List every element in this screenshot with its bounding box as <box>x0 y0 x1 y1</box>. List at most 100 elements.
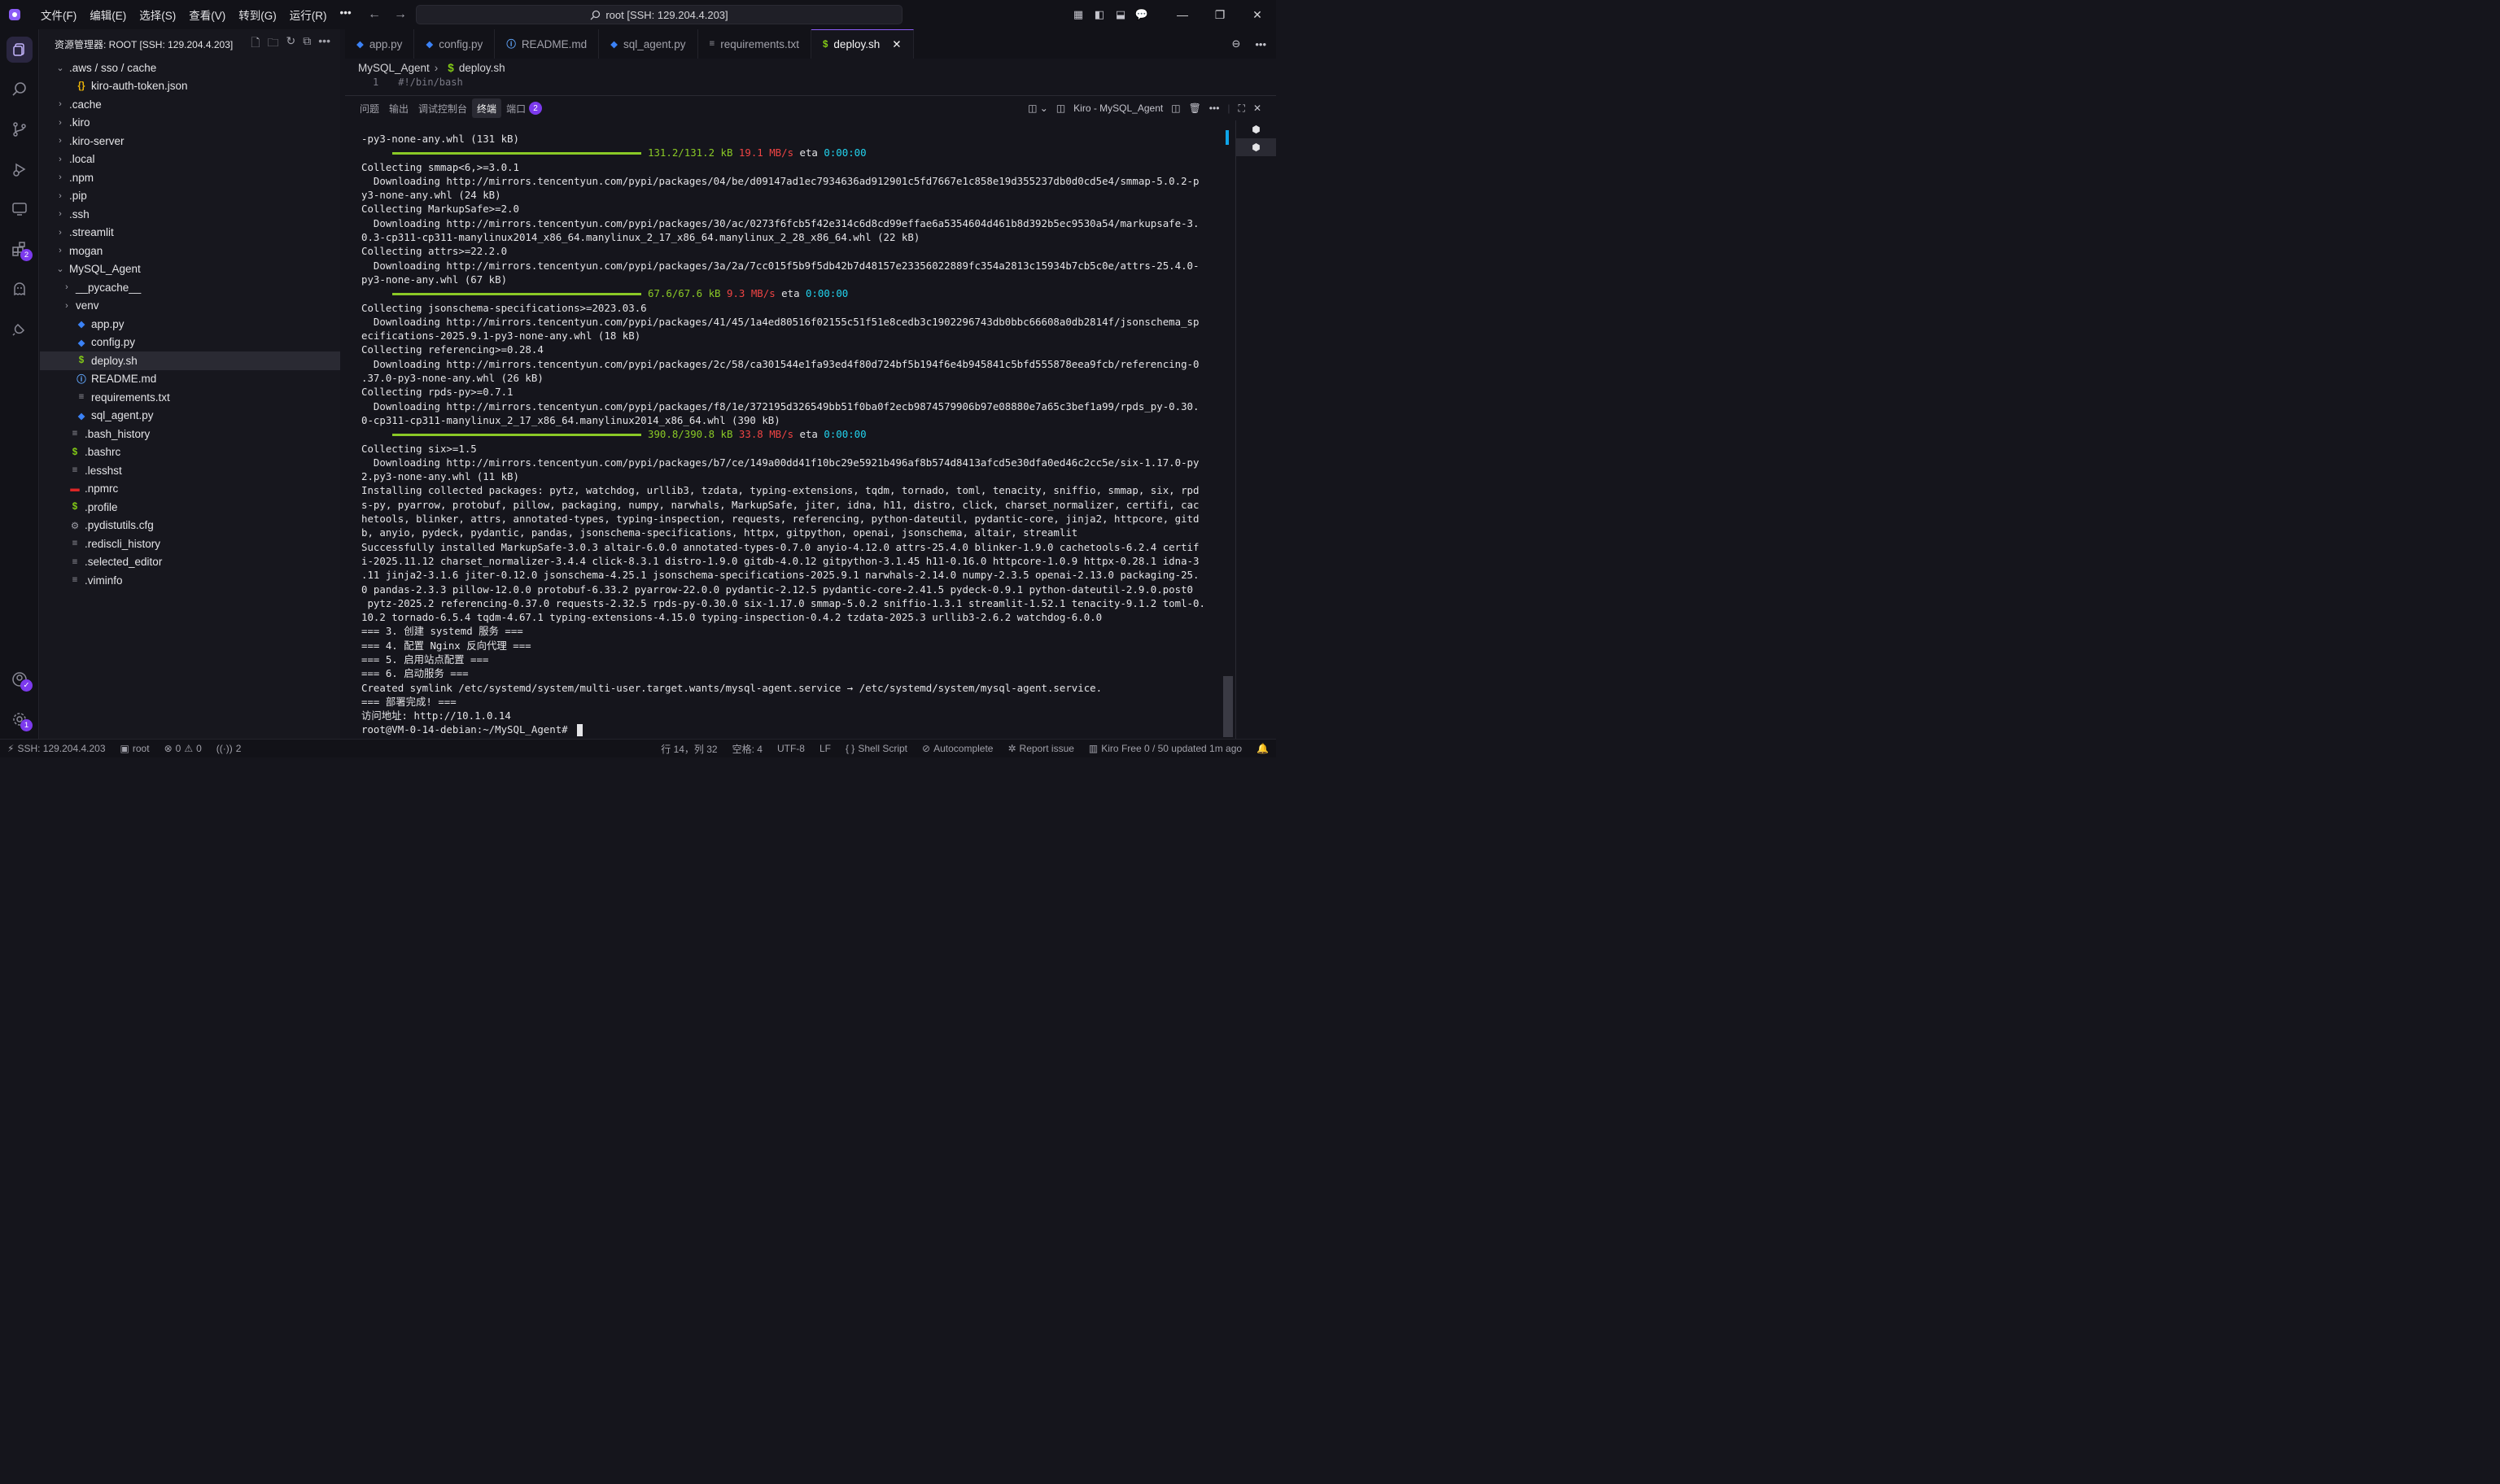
menu-run[interactable]: 运行(R) <box>283 7 334 23</box>
autocomplete-indicator[interactable]: ⊘ Autocomplete <box>915 743 1000 754</box>
back-arrow-icon[interactable]: ← <box>368 7 381 22</box>
tree-item[interactable]: ⌄ MySQL_Agent <box>40 260 340 279</box>
menu-selection[interactable]: 选择(S) <box>133 7 182 23</box>
tree-item[interactable]: $ .bashrc <box>40 443 340 462</box>
toggle-panel-icon[interactable]: ⬓ <box>1110 0 1131 29</box>
cursor-position[interactable]: 行 14，列 32 <box>653 742 724 756</box>
layout-icon[interactable]: ▦ <box>1068 0 1089 29</box>
indentation[interactable]: 空格: 4 <box>725 742 770 756</box>
tree-item[interactable]: › .ssh <box>40 205 340 224</box>
tree-item[interactable]: ≡ .rediscli_history <box>40 535 340 553</box>
end-of-line[interactable]: LF <box>812 743 838 754</box>
terminal-output[interactable]: -py3-none-any.whl (131 kB) 131.2/131.2 kB… <box>361 132 1224 738</box>
breadcrumb-file[interactable]: deploy.sh <box>459 62 505 74</box>
close-window-button[interactable]: ✕ <box>1239 0 1276 29</box>
tree-item[interactable]: ≡ requirements.txt <box>40 388 340 407</box>
ports-indicator[interactable]: ((·)) 2 <box>209 743 249 754</box>
tab-terminal[interactable]: 终端 <box>472 98 502 118</box>
tree-item[interactable]: › __pycache__ <box>40 278 340 297</box>
language-mode[interactable]: { } Shell Script <box>838 743 915 754</box>
source-control-activity[interactable] <box>0 109 39 149</box>
tree-item[interactable]: ≡ .bash_history <box>40 425 340 443</box>
breadcrumb-folder[interactable]: MySQL_Agent <box>358 62 430 74</box>
notifications-bell-icon[interactable]: 🔔 <box>1249 743 1276 754</box>
remote-indicator[interactable]: ⚡ SSH: 129.204.4.203 <box>0 743 113 754</box>
tree-item[interactable]: $ deploy.sh <box>40 351 340 370</box>
close-panel-icon[interactable]: ✕ <box>1253 103 1261 114</box>
maximize-panel-icon[interactable]: ⛶ <box>1239 103 1245 115</box>
tree-item[interactable]: › .local <box>40 151 340 169</box>
menu-go[interactable]: 转到(G) <box>232 7 283 23</box>
tab-debug-console[interactable]: 调试控制台 <box>413 98 472 118</box>
editor-tab[interactable]: ◆ config.py <box>414 29 496 59</box>
menu-file[interactable]: 文件(F) <box>34 7 83 23</box>
editor-tab[interactable]: ◆ sql_agent.py <box>599 29 698 59</box>
accounts-activity[interactable]: ✓ <box>0 659 39 699</box>
terminal-scrollbar[interactable] <box>1223 127 1233 737</box>
tree-item[interactable]: › mogan <box>40 242 340 260</box>
tree-item[interactable]: ◆ app.py <box>40 315 340 334</box>
tree-item[interactable]: ⓘ README.md <box>40 370 340 389</box>
tree-item[interactable]: › .cache <box>40 95 340 114</box>
tree-item[interactable]: ⚙ .pydistutils.cfg <box>40 517 340 535</box>
terminal-instance-1[interactable]: ⬢ <box>1236 120 1276 138</box>
new-folder-icon[interactable]: 🗀 <box>268 34 279 54</box>
editor-code-line[interactable]: 1 #!/bin/bash <box>345 76 1276 88</box>
toggle-sidebar-icon[interactable]: ◧ <box>1089 0 1110 29</box>
tree-item[interactable]: ◆ config.py <box>40 334 340 352</box>
mcp-activity[interactable] <box>0 308 39 348</box>
tab-problems[interactable]: 问题 <box>355 98 384 118</box>
extensions-activity[interactable]: 2 <box>0 229 39 268</box>
editor-tab[interactable]: $ deploy.sh ✕ <box>811 29 914 59</box>
tree-item[interactable]: ≡ .selected_editor <box>40 553 340 572</box>
minimize-button[interactable]: — <box>1164 0 1201 29</box>
refresh-icon[interactable]: ↻ <box>286 34 296 54</box>
tree-item[interactable]: {} kiro-auth-token.json <box>40 77 340 96</box>
remote-explorer-activity[interactable] <box>0 189 39 229</box>
forward-arrow-icon[interactable]: → <box>394 7 407 22</box>
more-actions-icon[interactable]: ••• <box>318 34 330 54</box>
tree-item[interactable]: ▬ .npmrc <box>40 480 340 499</box>
maximize-button[interactable]: ❐ <box>1201 0 1239 29</box>
tree-item[interactable]: › venv <box>40 297 340 316</box>
menu-edit[interactable]: 编辑(E) <box>83 7 133 23</box>
trash-icon[interactable]: 🗑 <box>1189 103 1201 114</box>
tree-item[interactable]: $ .profile <box>40 498 340 517</box>
split-editor-icon[interactable]: ⊖ <box>1231 37 1240 50</box>
report-issue[interactable]: ✲ Report issue <box>1000 743 1081 754</box>
editor-tab[interactable]: ◆ app.py <box>345 29 415 59</box>
menu-more-button[interactable]: ••• <box>334 7 358 23</box>
new-file-icon[interactable]: 🗋 <box>251 34 260 54</box>
tree-item[interactable]: ≡ .lesshst <box>40 461 340 480</box>
tree-item[interactable]: › .kiro-server <box>40 132 340 151</box>
plan-indicator[interactable]: ▥ Kiro Free 0 / 50 updated 1m ago <box>1082 743 1249 754</box>
command-center-search[interactable]: root [SSH: 129.204.4.203] <box>416 5 903 24</box>
chat-icon[interactable]: 💬 <box>1131 0 1152 29</box>
tab-output[interactable]: 输出 <box>384 98 413 118</box>
user-indicator[interactable]: ▣ root <box>113 743 157 754</box>
encoding[interactable]: UTF-8 <box>770 743 812 754</box>
run-debug-activity[interactable] <box>0 149 39 189</box>
terminal-name[interactable]: Kiro - MySQL_Agent <box>1073 103 1163 114</box>
manage-activity[interactable]: 1 <box>0 699 39 739</box>
search-activity[interactable] <box>0 69 39 109</box>
panel-more-icon[interactable]: ••• <box>1209 103 1220 114</box>
tree-item[interactable]: ◆ sql_agent.py <box>40 407 340 426</box>
terminal-instance-2[interactable]: ⬢ <box>1236 138 1276 156</box>
tree-item[interactable]: ⌄ .aws / sso / cache <box>40 59 340 77</box>
editor-tab[interactable]: ⓘ README.md <box>495 29 600 59</box>
editor-more-icon[interactable]: ••• <box>1255 38 1266 50</box>
tree-item[interactable]: › .streamlit <box>40 224 340 242</box>
collapse-all-icon[interactable]: ⧉ <box>303 34 311 54</box>
tab-ports[interactable]: 端口 2 <box>501 98 547 118</box>
tree-item[interactable]: › .npm <box>40 168 340 187</box>
problems-indicator[interactable]: ⊗ 0 ⚠ 0 <box>157 743 209 754</box>
close-tab-icon[interactable]: ✕ <box>892 38 901 51</box>
kiro-activity[interactable] <box>0 268 39 308</box>
editor-tab[interactable]: ≡ requirements.txt <box>698 29 812 59</box>
explorer-activity[interactable] <box>0 29 39 69</box>
new-terminal-dropdown-icon[interactable]: ◫ ⌄ <box>1028 103 1048 114</box>
tree-item[interactable]: › .kiro <box>40 114 340 133</box>
menu-view[interactable]: 查看(V) <box>182 7 232 23</box>
tree-item[interactable]: › .pip <box>40 187 340 206</box>
